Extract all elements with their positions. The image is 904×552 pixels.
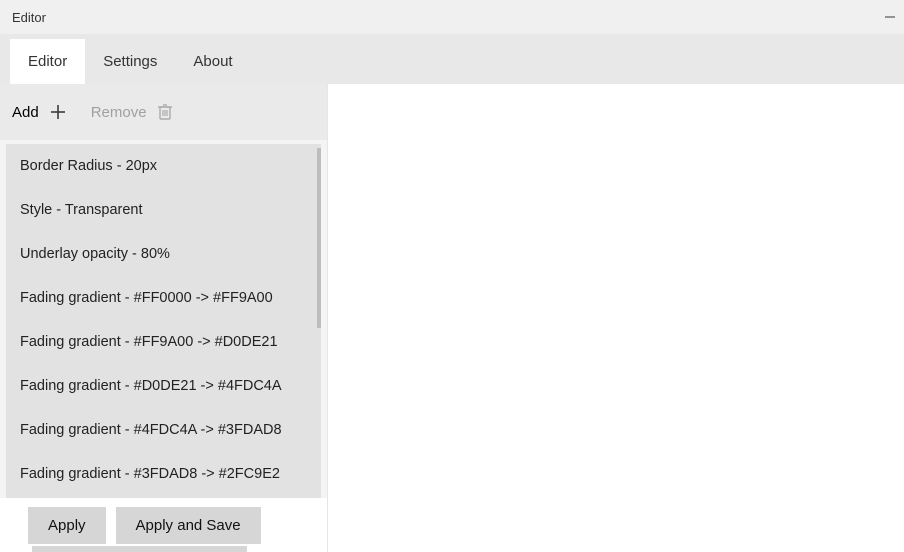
partial-bottom-element <box>32 546 247 552</box>
list-item[interactable]: Fading gradient - #FF0000 -> #FF9A00 <box>6 276 321 320</box>
remove-button[interactable]: Remove <box>91 103 173 121</box>
property-list-container: Border Radius - 20px Style - Transparent… <box>6 144 321 498</box>
tab-editor[interactable]: Editor <box>10 39 85 84</box>
list-item[interactable]: Fading gradient - #FF9A00 -> #D0DE21 <box>6 320 321 364</box>
list-item[interactable]: Style - Transparent <box>6 188 321 232</box>
sidebar-toolbar: Add Remove <box>0 84 327 140</box>
plus-icon <box>49 103 67 121</box>
add-label: Add <box>12 104 39 121</box>
tab-about[interactable]: About <box>175 39 250 84</box>
list-item[interactable]: Border Radius - 20px <box>6 144 321 188</box>
sidebar: Add Remove Border Radius - 20px Style - … <box>0 84 328 552</box>
property-list[interactable]: Border Radius - 20px Style - Transparent… <box>6 144 321 498</box>
list-item[interactable]: Fading gradient - #4FDC4A -> #3FDAD8 <box>6 408 321 452</box>
apply-button[interactable]: Apply <box>28 507 106 544</box>
minimize-button[interactable] <box>884 11 896 23</box>
add-button[interactable]: Add <box>12 103 67 121</box>
tab-settings[interactable]: Settings <box>85 39 175 84</box>
tab-bar: Editor Settings About <box>0 34 904 84</box>
remove-label: Remove <box>91 104 147 121</box>
window-controls <box>884 0 896 34</box>
list-item[interactable]: Fading gradient - #3FDAD8 -> #2FC9E2 <box>6 452 321 496</box>
list-item[interactable]: Underlay opacity - 80% <box>6 232 321 276</box>
titlebar: Editor <box>0 0 904 34</box>
content-area: Add Remove Border Radius - 20px Style - … <box>0 84 904 552</box>
apply-save-button[interactable]: Apply and Save <box>116 507 261 544</box>
action-bar: Apply Apply and Save <box>0 498 327 552</box>
window-title: Editor <box>12 10 46 25</box>
list-item[interactable]: Fading gradient - #D0DE21 -> #4FDC4A <box>6 364 321 408</box>
trash-icon <box>157 103 173 121</box>
scrollbar[interactable] <box>317 148 321 328</box>
main-panel <box>328 84 904 552</box>
